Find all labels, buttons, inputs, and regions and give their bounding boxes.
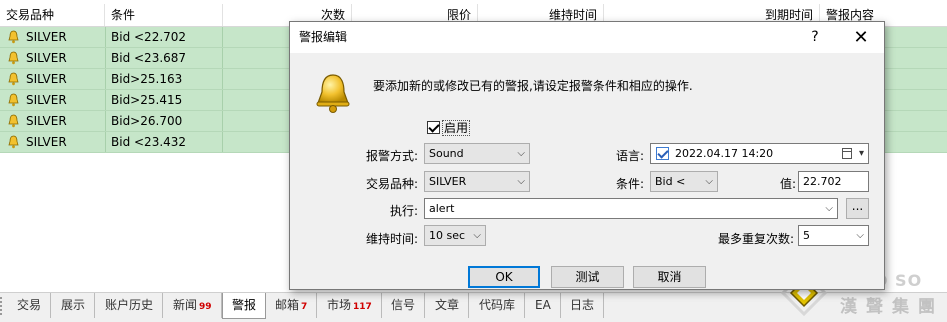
symbol-cell: SILVER [26, 51, 67, 65]
chevron-down-icon: ⌵ [705, 176, 713, 187]
news-count-badge: 99 [199, 302, 212, 312]
condition-cell: Bid>26.700 [111, 114, 183, 128]
bell-icon [8, 114, 19, 128]
mail-count-badge: 7 [301, 302, 308, 312]
symbol-cell: SILVER [26, 93, 67, 107]
calendar-icon[interactable] [842, 148, 852, 159]
tab-trade[interactable]: 交易 [8, 293, 52, 318]
dialog-intro-text: 要添加新的或修改已有的警报,请设定报警条件和相应的操作. [373, 79, 693, 93]
tab-ea[interactable]: EA [526, 293, 561, 318]
tab-news[interactable]: 新闻 99 [164, 293, 222, 318]
tab-code-base[interactable]: 代码库 [470, 293, 526, 318]
dialog-titlebar[interactable]: 警报编辑 ? ✕ [290, 22, 884, 53]
bell-icon [8, 72, 19, 86]
symbol-cell: SILVER [26, 72, 67, 86]
col-condition[interactable]: 条件 [105, 4, 223, 26]
help-button[interactable]: ? [800, 22, 830, 53]
watermark-chinese: 漢聲集團 [840, 297, 944, 317]
alert-edit-dialog: 警报编辑 ? ✕ 要添加新的或修改已有的警报,请设定报警条件和相应的操作. 启用… [289, 21, 885, 290]
condition-cell: Bid>25.163 [111, 72, 183, 86]
bell-icon [8, 51, 19, 65]
tab-mailbox[interactable]: 邮箱 7 [266, 293, 318, 318]
symbol-cell: SILVER [26, 135, 67, 149]
symbol-label: 交易品种: [365, 177, 418, 191]
col-symbol[interactable]: 交易品种 [0, 4, 105, 26]
chevron-down-icon: ⌵ [825, 203, 833, 214]
symbol-cell: SILVER [26, 30, 67, 44]
value-label: 值: [779, 177, 796, 191]
max-repeat-label: 最多重复次数: [717, 232, 794, 246]
condition-cell: Bid <23.687 [111, 51, 187, 65]
duration-select[interactable]: 10 sec ⌵ [424, 225, 486, 246]
tab-articles[interactable]: 文章 [426, 293, 470, 318]
bell-icon [8, 30, 19, 44]
test-button[interactable]: 测试 [551, 266, 624, 288]
value-input[interactable]: 22.702 [798, 171, 869, 192]
enable-checkbox[interactable] [427, 121, 440, 134]
duration-label: 维持时间: [365, 232, 418, 246]
condition-cell: Bid <22.702 [111, 30, 187, 44]
tab-market[interactable]: 市场 117 [318, 293, 382, 318]
browse-button[interactable]: ... [846, 198, 869, 219]
alert-type-label: 报警方式: [365, 149, 418, 163]
language-label: 语言: [615, 149, 644, 163]
symbol-cell: SILVER [26, 114, 67, 128]
dialog-title: 警报编辑 [299, 30, 348, 44]
chevron-down-icon: ⌵ [517, 176, 525, 187]
bell-icon [316, 74, 350, 113]
max-repeat-select[interactable]: 5 ⌵ [798, 225, 869, 246]
condition-label: 条件: [615, 177, 644, 191]
chevron-down-icon: ⌵ [517, 148, 525, 159]
alert-type-select[interactable]: Sound ⌵ [424, 143, 530, 164]
tab-signals[interactable]: 信号 [382, 293, 426, 318]
condition-select[interactable]: Bid < ⌵ [650, 171, 718, 192]
cancel-button[interactable]: 取消 [633, 266, 706, 288]
enable-label[interactable]: 启用 [442, 120, 471, 136]
expiry-value: 2022.04.17 14:20 [675, 147, 774, 160]
condition-cell: Bid>25.415 [111, 93, 183, 107]
chevron-down-icon: ⌵ [856, 230, 864, 241]
bell-icon [8, 93, 19, 107]
symbol-select[interactable]: SILVER ⌵ [424, 171, 530, 192]
execute-select[interactable]: alert ⌵ [424, 198, 838, 219]
expiry-datetime-picker[interactable]: 2022.04.17 14:20 ▾ [650, 143, 869, 164]
market-count-badge: 117 [353, 302, 372, 312]
expiry-checkbox[interactable] [656, 147, 669, 160]
ok-button[interactable]: OK [468, 266, 540, 288]
tab-alerts[interactable]: 警报 [222, 293, 267, 319]
tab-account-history[interactable]: 账户历史 [96, 293, 164, 318]
chevron-down-icon: ⌵ [473, 230, 481, 241]
tab-exposure[interactable]: 展示 [52, 293, 96, 318]
close-button[interactable]: ✕ [843, 22, 879, 53]
tab-journal[interactable]: 日志 [561, 293, 605, 318]
bell-icon [8, 135, 19, 149]
condition-cell: Bid <23.432 [111, 135, 187, 149]
execute-label: 执行: [389, 204, 418, 218]
chevron-down-icon[interactable]: ▾ [859, 144, 864, 163]
